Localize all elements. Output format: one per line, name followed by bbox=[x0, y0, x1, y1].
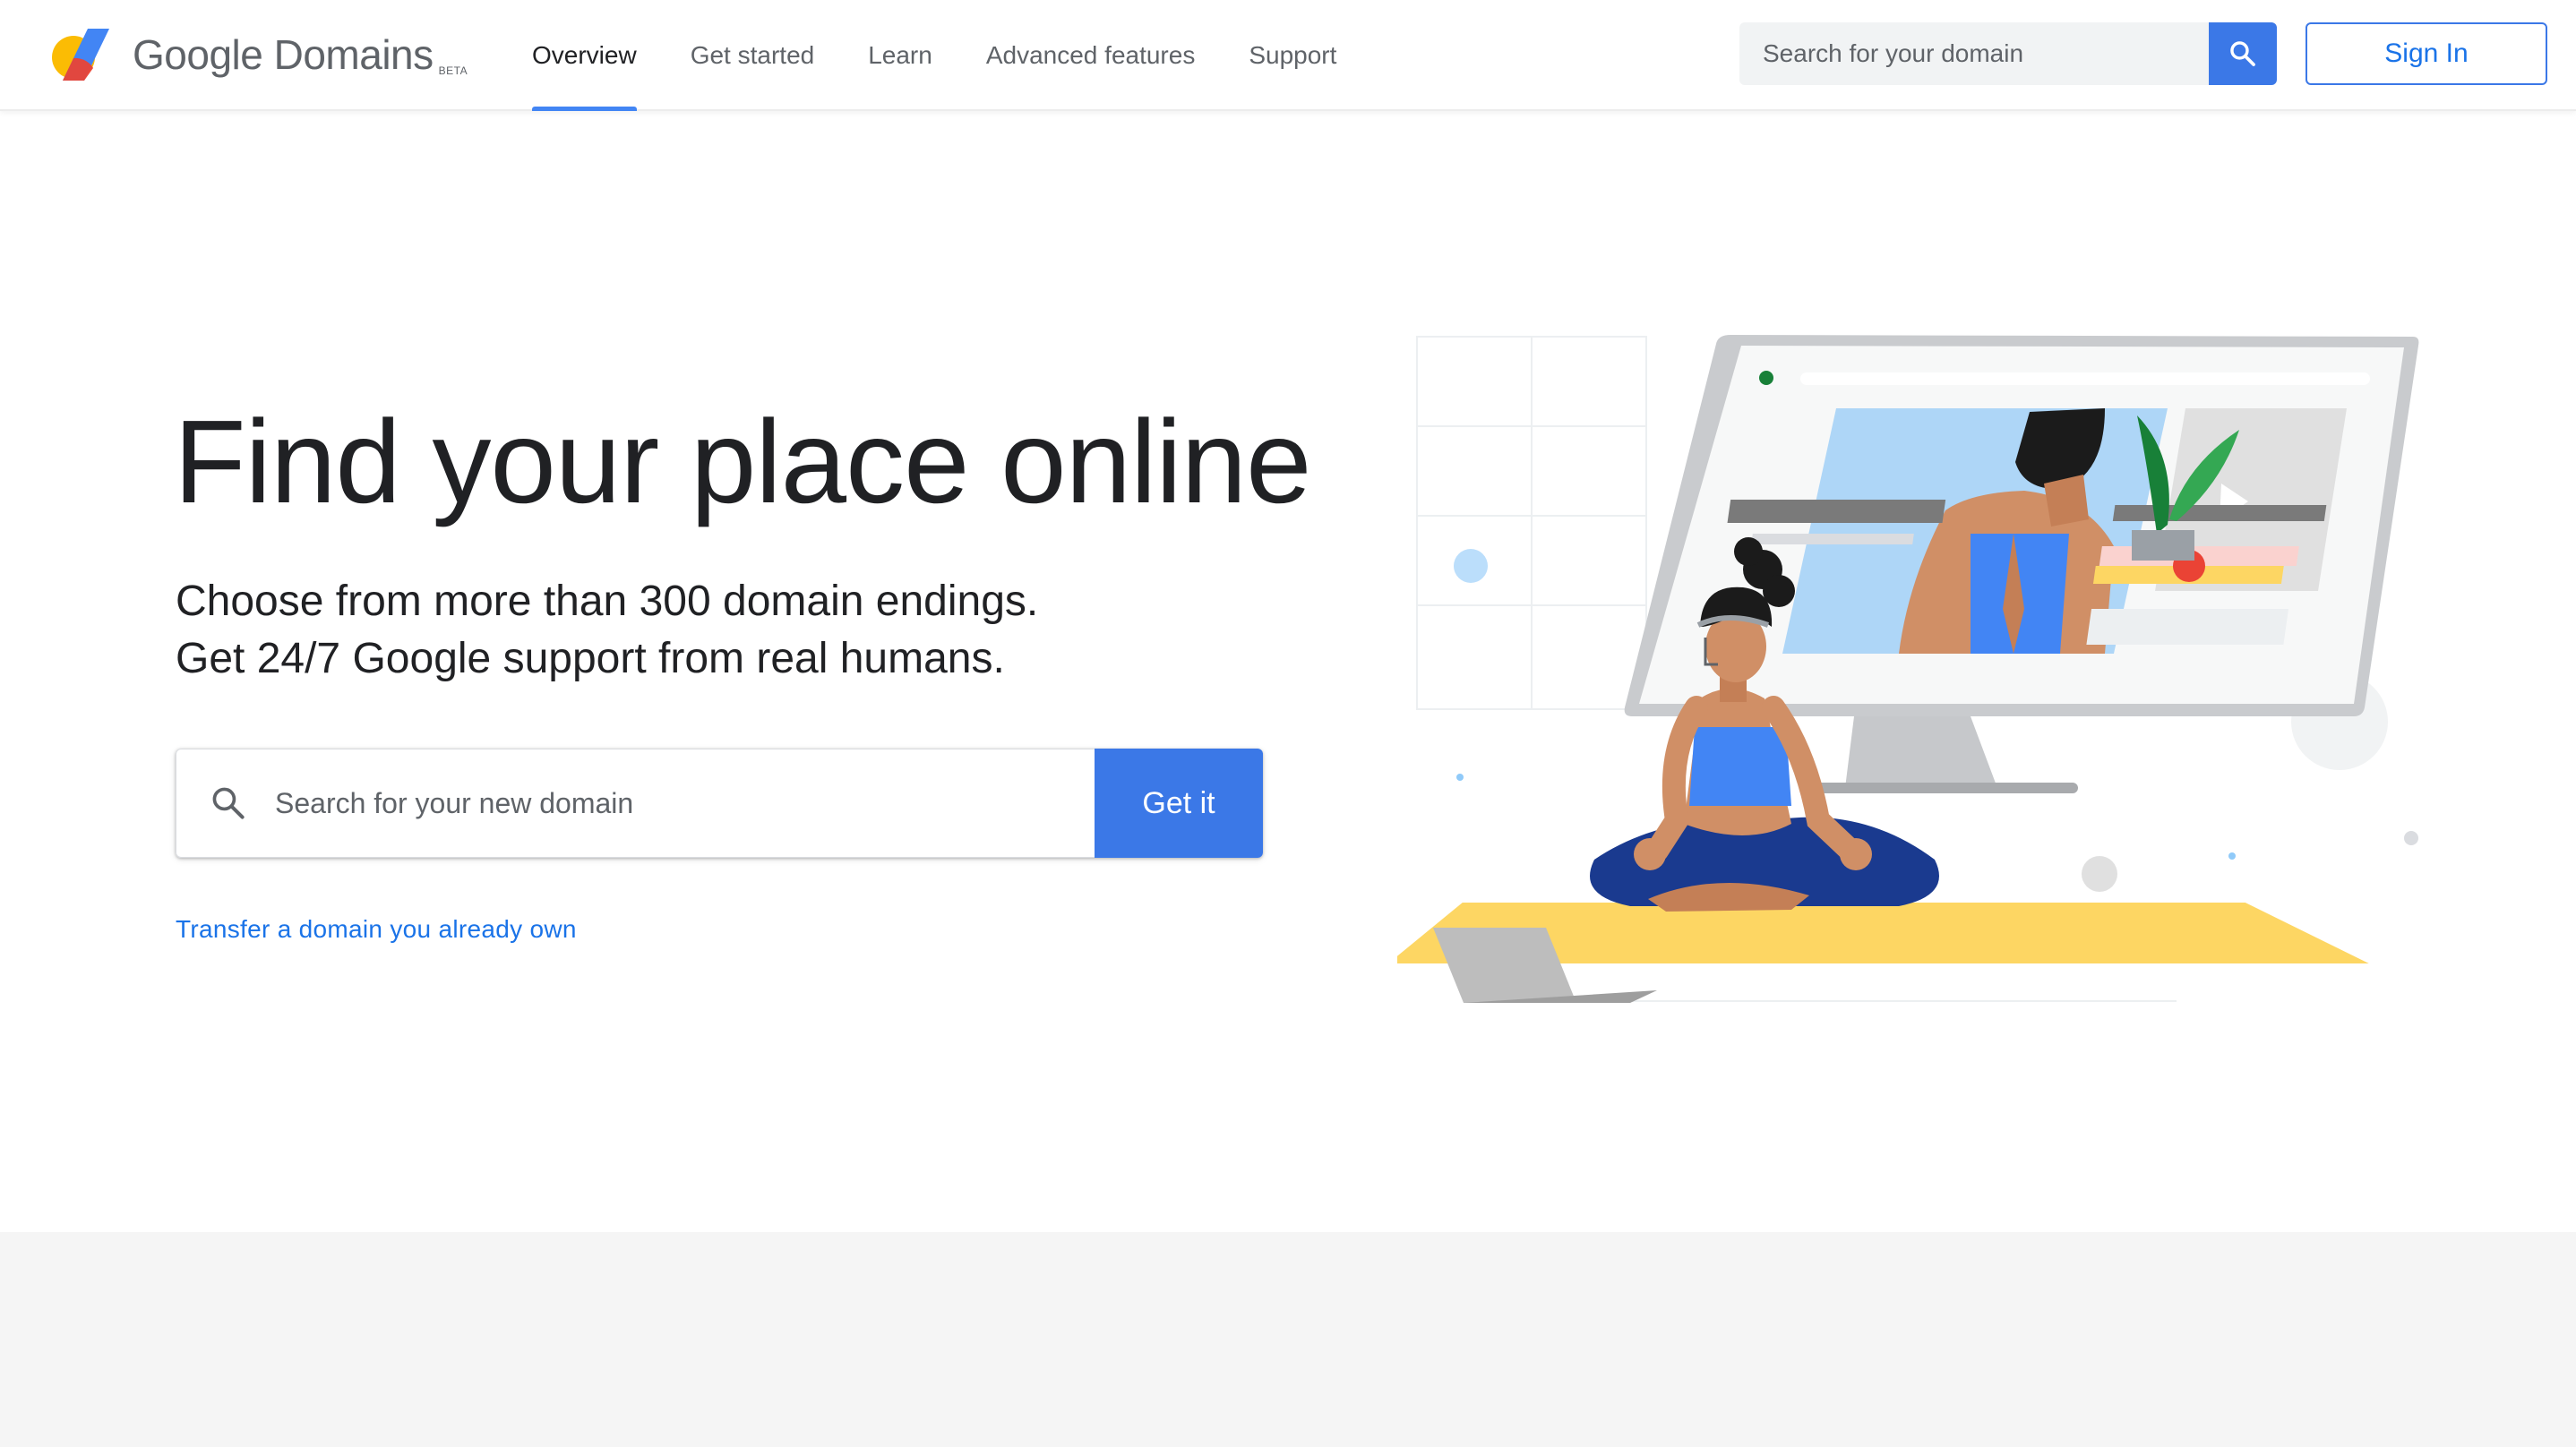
beta-badge: BETA bbox=[438, 64, 468, 77]
nav-support[interactable]: Support bbox=[1249, 0, 1336, 111]
domain-search-input[interactable] bbox=[273, 749, 1095, 857]
sign-in-button[interactable]: Sign In bbox=[2306, 22, 2547, 85]
nav-overview[interactable]: Overview bbox=[532, 0, 637, 111]
hero-subtitle: Choose from more than 300 domain endings… bbox=[176, 573, 1038, 688]
nav-get-started[interactable]: Get started bbox=[691, 0, 815, 111]
lower-content-band bbox=[0, 1232, 2576, 1447]
search-icon bbox=[2230, 41, 2255, 66]
header-search-input[interactable] bbox=[1739, 22, 2209, 85]
search-icon bbox=[212, 787, 245, 819]
hero-subtitle-line-2: Get 24/7 Google support from real humans… bbox=[176, 635, 1005, 682]
nav-learn[interactable]: Learn bbox=[868, 0, 932, 111]
logo-wordmark: Google Domains bbox=[133, 31, 434, 78]
header-search bbox=[1739, 22, 2277, 85]
google-domains-logo[interactable]: Google Domains BETA bbox=[50, 23, 468, 86]
domain-search-box: Get it bbox=[176, 749, 1263, 858]
hero-subtitle-line-1: Choose from more than 300 domain endings… bbox=[176, 578, 1039, 625]
header-search-button[interactable] bbox=[2209, 22, 2277, 85]
google-domains-logo-icon bbox=[52, 29, 109, 81]
top-app-bar: Google Domains BETA Overview Get started… bbox=[0, 0, 2576, 111]
get-it-button[interactable]: Get it bbox=[1095, 749, 1263, 858]
domain-search-field bbox=[176, 749, 1095, 858]
main-nav: Overview Get started Learn Advanced feat… bbox=[532, 0, 1390, 111]
nav-advanced-features[interactable]: Advanced features bbox=[986, 0, 1196, 111]
transfer-domain-link[interactable]: Transfer a domain you already own bbox=[176, 915, 577, 944]
hero-title: Find your place online bbox=[174, 396, 1311, 527]
yoga-video-call-illustration bbox=[1397, 335, 2419, 1003]
